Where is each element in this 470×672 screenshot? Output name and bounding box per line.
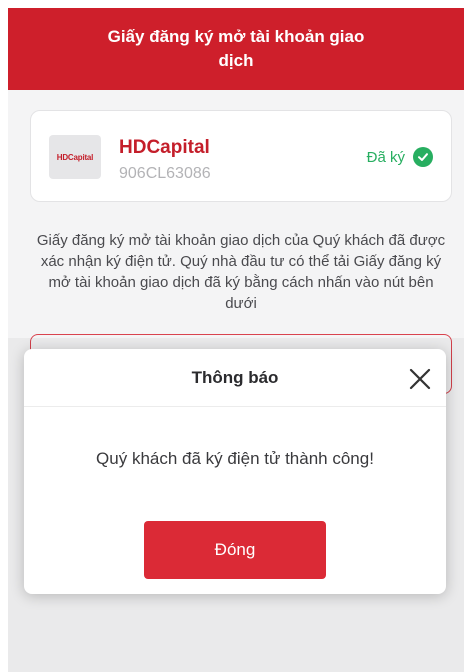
dialog-header: Thông báo <box>24 349 446 407</box>
broker-logo-text: HDCapital <box>56 152 94 162</box>
dialog-title: Thông báo <box>191 367 279 387</box>
check-circle-icon <box>413 147 433 167</box>
account-code: 906CL63086 <box>119 165 211 182</box>
close-icon[interactable] <box>408 367 432 391</box>
signed-status: Đã ký <box>367 147 433 167</box>
signed-label: Đã ký <box>366 148 405 166</box>
broker-logo: HDCapital <box>49 135 101 179</box>
page-title: Giấy đăng ký mở tài khoản giao dịch <box>107 27 365 70</box>
header: Giấy đăng ký mở tài khoản giao dịch <box>8 8 464 90</box>
notification-dialog: Thông báo Quý khách đã ký điện tử thành … <box>24 349 446 594</box>
dialog-message: Quý khách đã ký điện tử thành công! <box>96 449 374 468</box>
broker-card: HDCapital HDCapital 906CL63086 Đã ký <box>30 110 452 202</box>
close-button[interactable]: Đóng <box>144 521 326 579</box>
description-text: Giấy đăng ký mở tài khoản giao dịch của … <box>36 232 446 312</box>
broker-name: HDCapital <box>119 137 210 158</box>
